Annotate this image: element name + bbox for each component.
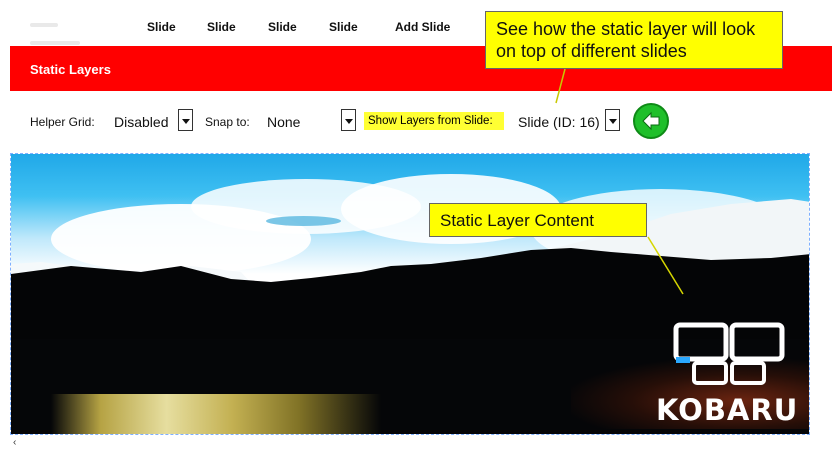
tab-slide-4[interactable]: Slide [329,20,358,34]
go-back-button[interactable] [633,103,669,139]
kobaru-logo-mark [673,322,785,385]
tab-slide-3[interactable]: Slide [268,20,297,34]
show-layers-select[interactable]: Slide (ID: 16) [518,114,600,130]
callout-static-layer-content: Static Layer Content [429,203,647,237]
faded-tab[interactable] [30,14,118,45]
show-layers-label: Show Layers from Slide: [364,112,504,130]
snap-to-label: Snap to: [205,115,250,129]
callout-static-layer-preview: See how the static layer will look on to… [485,11,783,69]
show-layers-dropdown-button[interactable] [605,109,620,131]
tab-slide-2[interactable]: Slide [207,20,236,34]
helper-grid-label: Helper Grid: [30,115,95,129]
tab-slide-1[interactable]: Slide [147,20,176,34]
kobaru-logo: KOBARU [648,319,809,431]
header-title: Static Layers [30,62,111,77]
caret-left-icon: ‹ [13,437,17,448]
helper-grid-select[interactable]: Disabled [114,114,168,130]
slide-stage[interactable]: KOBARU [10,153,810,435]
arrow-left-icon [642,111,660,131]
helper-grid-dropdown-button[interactable] [178,109,193,131]
add-slide-tab[interactable]: Add Slide [395,20,450,34]
light-reflection [51,394,381,434]
snap-to-dropdown-button[interactable] [341,109,356,131]
snap-to-select[interactable]: None [267,114,300,130]
logo-text: KOBARU [656,393,799,427]
